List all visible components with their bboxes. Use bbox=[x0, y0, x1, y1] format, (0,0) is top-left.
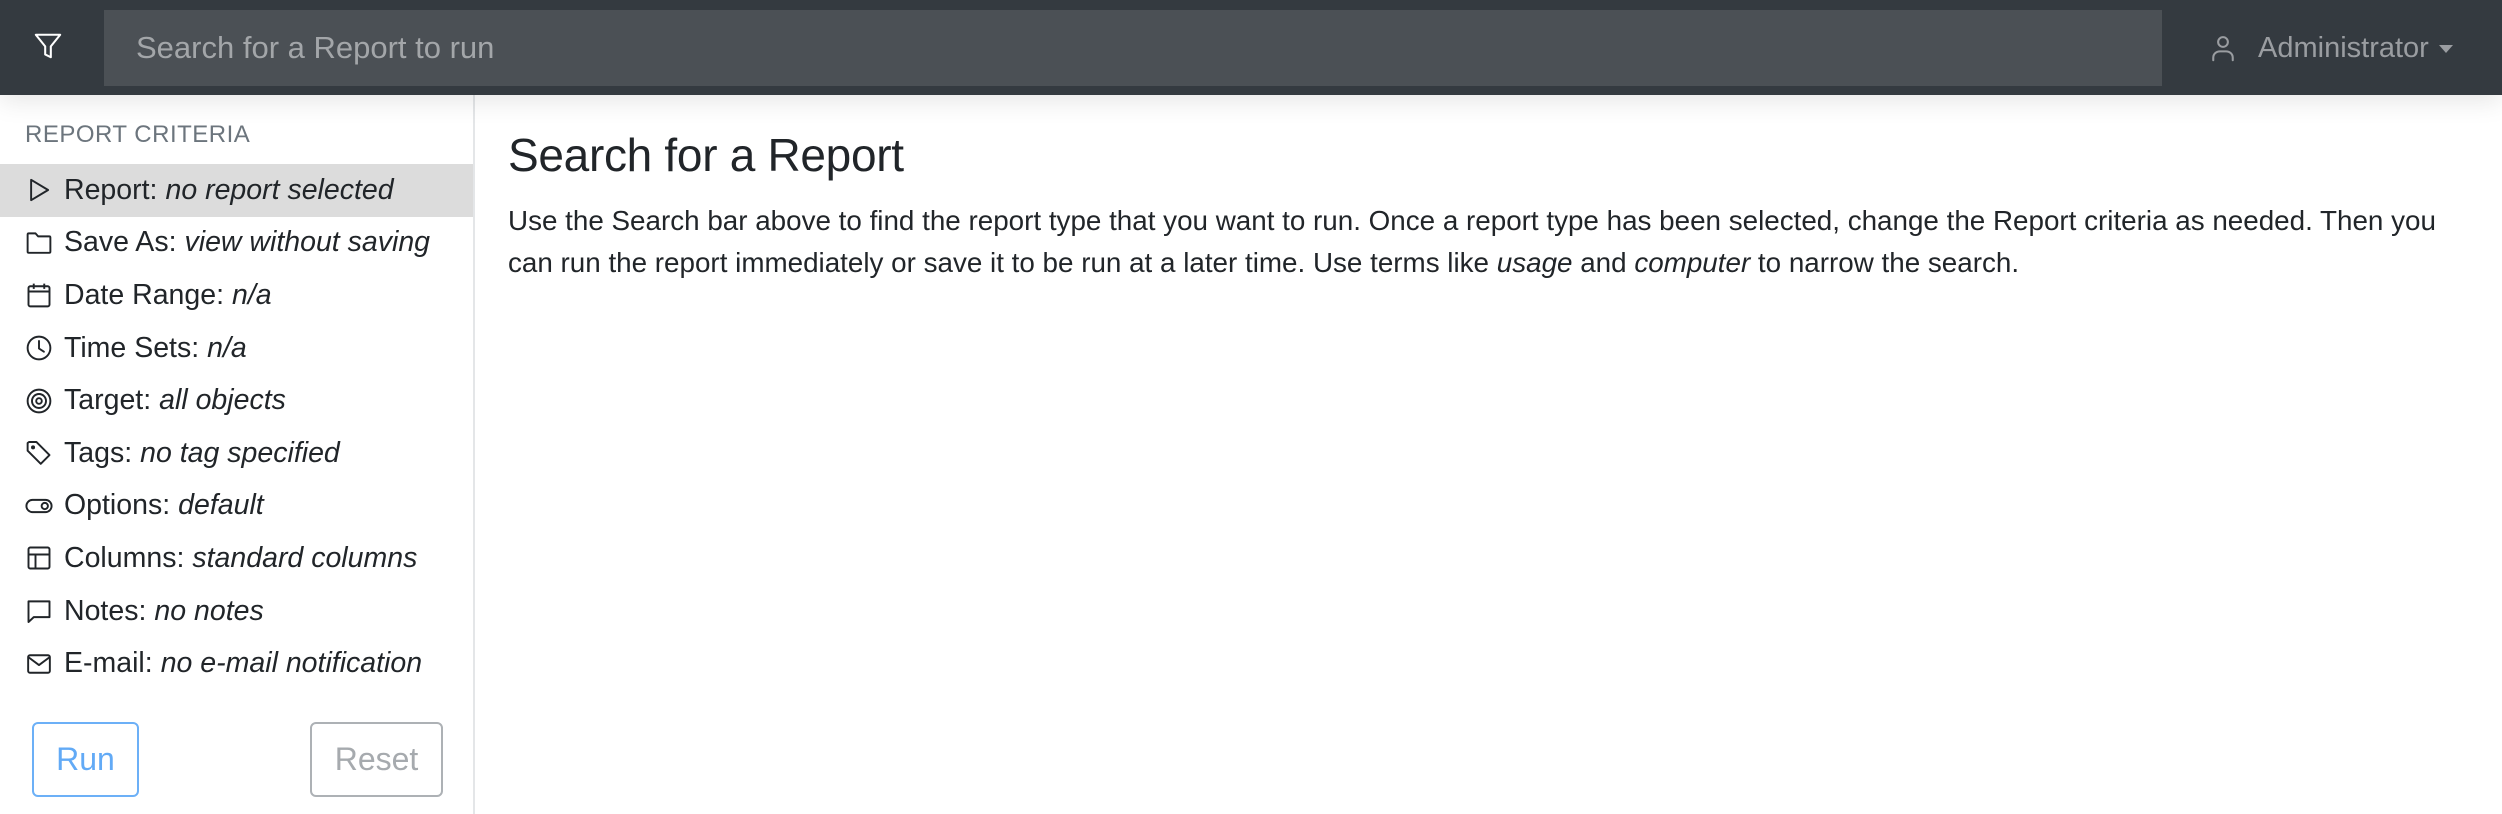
criteria-item-email[interactable]: E-mail: no e-mail notification bbox=[0, 637, 473, 690]
criteria-label: E-mail: bbox=[64, 647, 153, 680]
criteria-label: Date Range: bbox=[64, 278, 225, 311]
criteria-item-save-as[interactable]: Save As: view without saving bbox=[0, 217, 473, 270]
instructions-paragraph: Use the Search bar above to find the rep… bbox=[508, 200, 2468, 284]
criteria-item-report[interactable]: Report: no report selected bbox=[0, 164, 473, 217]
criteria-item-notes[interactable]: Notes: no notes bbox=[0, 585, 473, 638]
caret-down-icon bbox=[2438, 45, 2453, 53]
criteria-value: n/a bbox=[207, 331, 247, 364]
emphasis-usage: usage bbox=[1496, 247, 1573, 278]
sidebar-title: REPORT CRITERIA bbox=[25, 121, 251, 148]
target-icon bbox=[25, 387, 53, 415]
toggle-icon bbox=[25, 492, 53, 520]
criteria-item-tags[interactable]: Tags: no tag specified bbox=[0, 427, 473, 480]
emphasis-computer: computer bbox=[1634, 247, 1751, 278]
instructions-text: and bbox=[1572, 247, 1635, 278]
reset-button[interactable]: Reset bbox=[310, 722, 443, 797]
criteria-label: Time Sets: bbox=[64, 331, 200, 364]
criteria-value: default bbox=[178, 489, 264, 522]
layout-columns-icon bbox=[25, 544, 53, 572]
tag-icon bbox=[25, 439, 53, 467]
criteria-item-target[interactable]: Target: all objects bbox=[0, 374, 473, 427]
criteria-value: no e-mail notification bbox=[160, 647, 423, 680]
criteria-value: no tag specified bbox=[140, 436, 340, 469]
top-navbar: Administrator bbox=[0, 0, 2502, 95]
filter-button[interactable] bbox=[24, 24, 72, 72]
chat-bubble-icon bbox=[25, 597, 53, 625]
criteria-label: Tags: bbox=[64, 436, 133, 469]
criteria-value: view without saving bbox=[184, 226, 431, 259]
criteria-list: Report: no report selected Save As: view… bbox=[0, 164, 473, 690]
user-menu-dropdown[interactable]: Administrator bbox=[2208, 26, 2453, 70]
user-person-icon bbox=[2208, 33, 2238, 63]
criteria-value: no report selected bbox=[165, 173, 394, 206]
criteria-label: Report: bbox=[64, 173, 158, 206]
envelope-icon bbox=[25, 650, 53, 678]
clock-icon bbox=[25, 334, 53, 362]
run-button[interactable]: Run bbox=[32, 722, 139, 797]
folder-icon bbox=[25, 229, 53, 257]
criteria-value: n/a bbox=[232, 278, 272, 311]
criteria-value: standard columns bbox=[192, 541, 418, 574]
criteria-item-time-sets[interactable]: Time Sets: n/a bbox=[0, 322, 473, 375]
criteria-value: all objects bbox=[159, 384, 286, 417]
criteria-label: Save As: bbox=[64, 226, 177, 259]
play-triangle-icon bbox=[25, 176, 53, 204]
criteria-item-options[interactable]: Options: default bbox=[0, 480, 473, 533]
instructions-text: to narrow the search. bbox=[1750, 247, 2020, 278]
filter-funnel-icon bbox=[33, 31, 63, 66]
criteria-label: Notes: bbox=[64, 594, 147, 627]
report-criteria-sidebar: REPORT CRITERIA Report: no report select… bbox=[0, 95, 475, 814]
calendar-icon bbox=[25, 281, 53, 309]
criteria-label: Columns: bbox=[64, 541, 185, 574]
report-search-input[interactable] bbox=[104, 10, 2162, 86]
criteria-label: Target: bbox=[64, 384, 152, 417]
criteria-value: no notes bbox=[154, 594, 264, 627]
instructions-text: Use the Search bar above to find the rep… bbox=[508, 205, 2436, 278]
user-name: Administrator bbox=[2258, 31, 2429, 64]
criteria-label: Options: bbox=[64, 489, 171, 522]
page-title: Search for a Report bbox=[508, 129, 904, 181]
criteria-item-date-range[interactable]: Date Range: n/a bbox=[0, 269, 473, 322]
criteria-item-columns[interactable]: Columns: standard columns bbox=[0, 532, 473, 585]
